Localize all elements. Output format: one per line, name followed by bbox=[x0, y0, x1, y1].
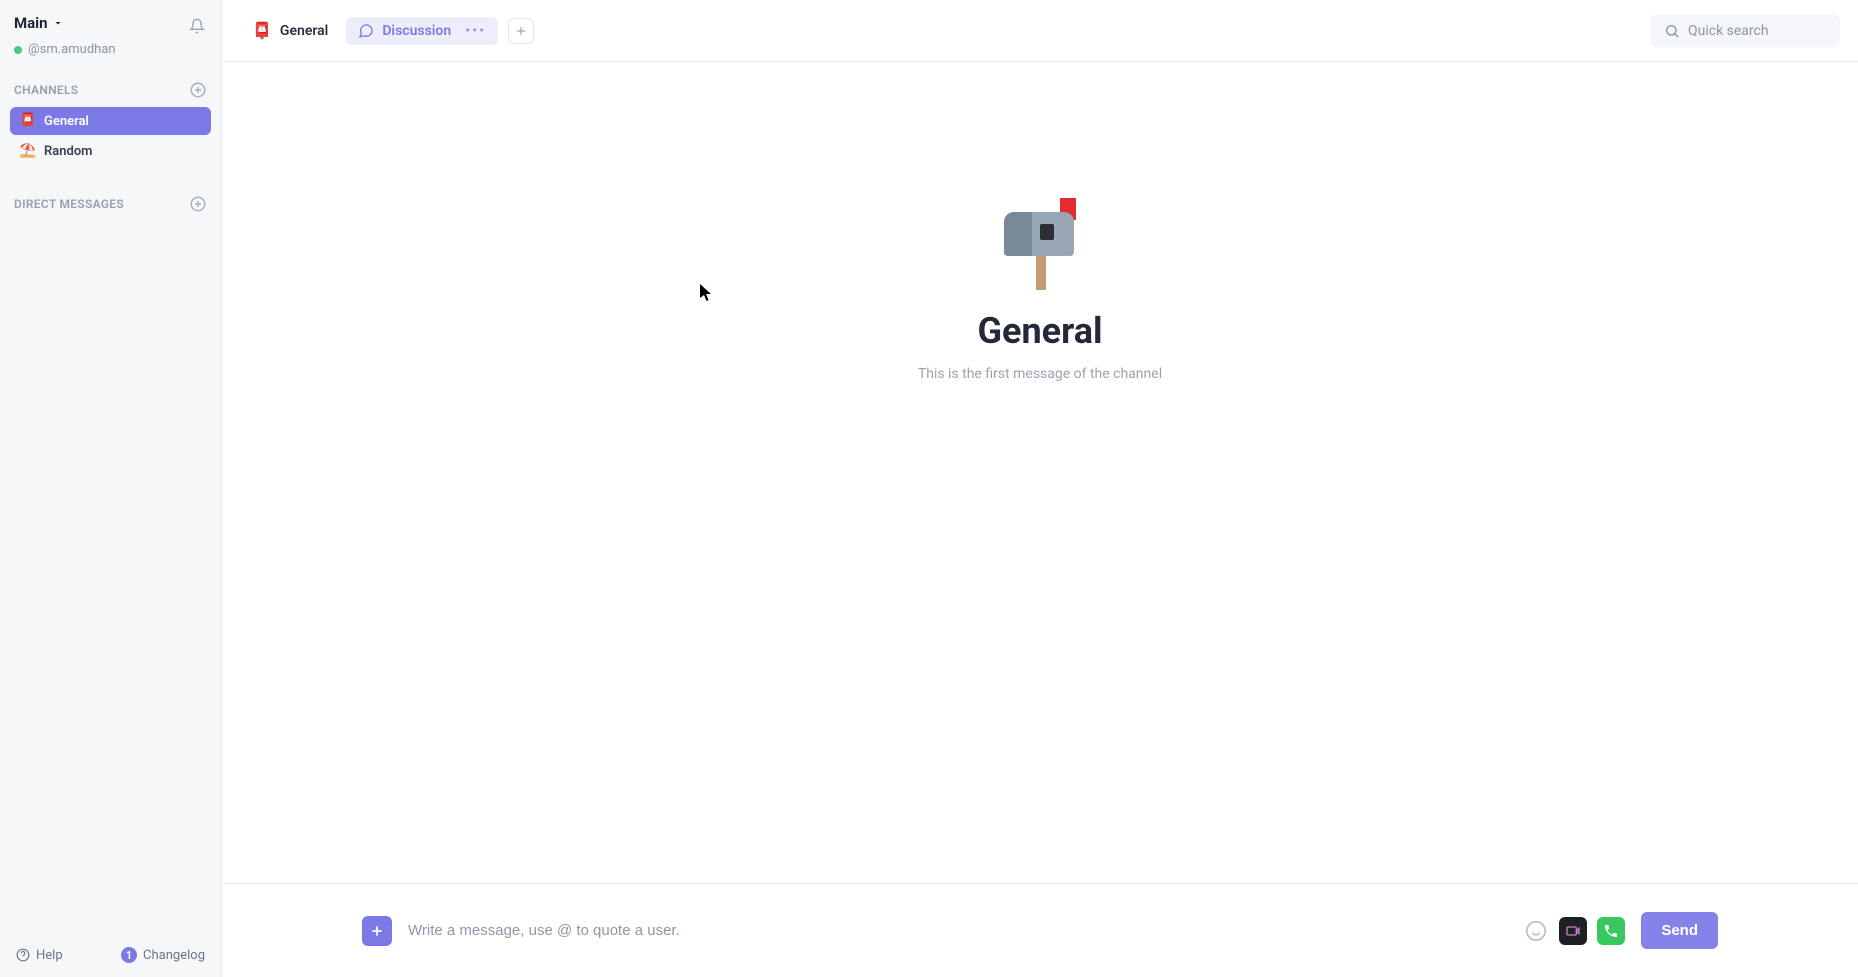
composer: Send bbox=[222, 883, 1858, 977]
send-button[interactable]: Send bbox=[1641, 912, 1718, 949]
changelog-label: Changelog bbox=[143, 948, 205, 963]
search-placeholder-label: Quick search bbox=[1688, 23, 1769, 39]
workspace-switcher[interactable]: Main bbox=[14, 14, 64, 32]
help-icon bbox=[16, 948, 30, 962]
status-online-dot bbox=[14, 46, 22, 54]
sidebar-item-label: Random bbox=[44, 144, 92, 159]
topbar: 📮 General Discussion ••• Quick search bbox=[222, 0, 1858, 62]
add-dm-button[interactable] bbox=[189, 195, 207, 213]
plus-icon bbox=[514, 24, 528, 38]
composer-actions: Send bbox=[1523, 912, 1718, 949]
add-channel-button[interactable] bbox=[189, 81, 207, 99]
smile-icon bbox=[1525, 920, 1547, 942]
sidebar-item-random[interactable]: ⛱️ Random bbox=[10, 137, 211, 165]
workspace-name-label: Main bbox=[14, 14, 48, 32]
mailbox-illustration bbox=[1000, 202, 1080, 292]
mouse-cursor bbox=[700, 284, 712, 302]
mailbox-icon: 📮 bbox=[252, 21, 272, 40]
channel-empty-state: General This is the first message of the… bbox=[222, 62, 1858, 883]
notifications-button[interactable] bbox=[185, 14, 209, 38]
help-label: Help bbox=[36, 948, 63, 963]
user-handle-label: @sm.amudhan bbox=[28, 42, 116, 57]
chevron-down-icon bbox=[52, 17, 64, 29]
tab-discussion[interactable]: Discussion ••• bbox=[346, 17, 498, 45]
tab-general[interactable]: 📮 General bbox=[240, 15, 340, 46]
changelog-button[interactable]: 1 Changelog bbox=[121, 947, 205, 963]
plus-circle-icon bbox=[189, 81, 207, 99]
quick-search[interactable]: Quick search bbox=[1650, 15, 1840, 47]
phone-button[interactable] bbox=[1597, 917, 1625, 945]
main-area: 📮 General Discussion ••• Quick search Ge… bbox=[222, 0, 1858, 977]
help-button[interactable]: Help bbox=[16, 948, 63, 963]
umbrella-icon: ⛱️ bbox=[20, 143, 36, 159]
sidebar: Main @sm.amudhan CHANNELS 📮 General ⛱️ R… bbox=[0, 0, 222, 977]
plus-circle-icon bbox=[189, 195, 207, 213]
changelog-badge: 1 bbox=[121, 947, 137, 963]
section-channels-header: CHANNELS bbox=[0, 71, 221, 107]
tab-label: General bbox=[280, 23, 328, 39]
attach-button[interactable] bbox=[362, 916, 392, 946]
plus-icon bbox=[369, 923, 385, 939]
more-icon[interactable]: ••• bbox=[465, 23, 486, 39]
bell-icon bbox=[189, 18, 205, 34]
add-tab-button[interactable] bbox=[508, 18, 534, 44]
mailbox-icon: 📮 bbox=[20, 113, 36, 129]
current-user[interactable]: @sm.amudhan bbox=[0, 42, 221, 71]
section-dm-header: DIRECT MESSAGES bbox=[0, 185, 221, 221]
section-channels-label: CHANNELS bbox=[14, 83, 78, 97]
sidebar-item-general[interactable]: 📮 General bbox=[10, 107, 211, 135]
sidebar-item-label: General bbox=[44, 114, 89, 129]
message-input[interactable] bbox=[408, 922, 1523, 939]
channel-list: 📮 General ⛱️ Random bbox=[0, 107, 221, 167]
section-dm-label: DIRECT MESSAGES bbox=[14, 197, 124, 211]
whereby-button[interactable] bbox=[1559, 917, 1587, 945]
phone-icon bbox=[1603, 923, 1619, 939]
channel-subtitle: This is the first message of the channel bbox=[918, 366, 1162, 382]
tab-label: Discussion bbox=[382, 23, 451, 39]
sidebar-header: Main bbox=[0, 0, 221, 42]
search-icon bbox=[1664, 23, 1680, 39]
channel-title: General bbox=[978, 310, 1103, 352]
chat-icon bbox=[358, 23, 374, 39]
sidebar-footer: Help 1 Changelog bbox=[0, 933, 221, 977]
emoji-picker-button[interactable] bbox=[1523, 918, 1549, 944]
whereby-icon bbox=[1565, 923, 1581, 939]
